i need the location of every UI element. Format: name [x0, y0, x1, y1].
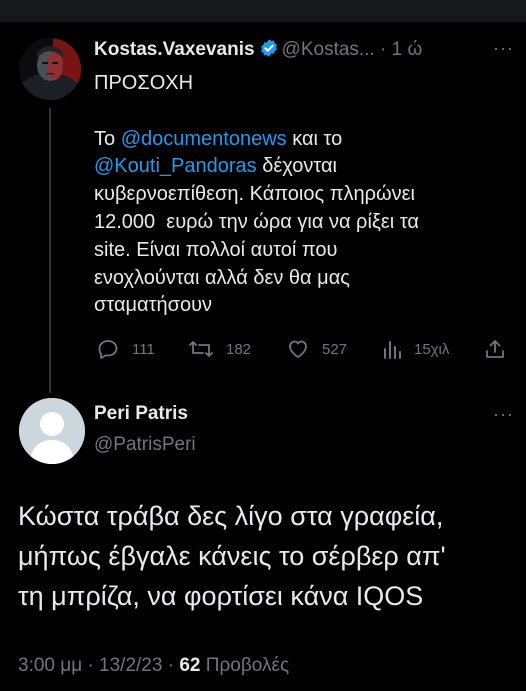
like-count: 527: [322, 340, 348, 358]
reply-more-options-icon[interactable]: ···: [493, 404, 514, 425]
tweet-line: ΠΡΟΣΟΧΗ: [94, 72, 194, 94]
mention-link[interactable]: @Kouti_Pandoras: [94, 155, 257, 177]
views-button[interactable]: 15χιλ: [382, 334, 449, 364]
tweet-line: @Kouti_Pandoras δέχονται: [94, 153, 514, 181]
default-avatar-icon: [19, 398, 85, 464]
tweet-header: Kostas.Vaxevanis @Kostas... · 1 ώ ···: [94, 38, 514, 64]
tweet-line: Το @documentonews και το: [94, 126, 514, 154]
text-fragment: δέχονται: [256, 155, 337, 178]
reply-views-label: Προβολές: [205, 655, 290, 676]
retweet-button[interactable]: 182: [188, 334, 251, 364]
text-fragment: Το: [94, 127, 121, 150]
heart-icon: [289, 340, 307, 358]
author-handle[interactable]: @Kostas...: [282, 39, 375, 60]
separator: ·: [380, 39, 387, 60]
reply-icon: [98, 340, 118, 359]
share-button[interactable]: [483, 334, 507, 364]
top-bar: [0, 0, 526, 22]
share-icon: [486, 340, 504, 358]
more-options-icon[interactable]: ···: [493, 38, 514, 59]
reply-date[interactable]: 13/2/23: [99, 655, 162, 676]
views-chart-icon: [384, 341, 401, 359]
reply-line: μήπως έβγαλε κάνεις το σέρβερ απ': [18, 541, 446, 571]
reply-views-count: 62: [179, 655, 201, 676]
tweet-line: ενοχλούνται αλλά δεν θα μας: [94, 266, 350, 289]
tweet-text: ΠΡΟΣΟΧΗ Το @documentonews και το @Kouti_…: [94, 70, 514, 320]
verified-badge-icon: [259, 38, 279, 64]
reply-time[interactable]: 3:00 μμ: [18, 655, 82, 676]
view-count: 15χιλ: [414, 340, 450, 358]
reply-metadata: 3:00 μμ · 13/2/23 · 62 Προβολές: [18, 655, 289, 677]
tweet-actions: 111 182 527 15χιλ: [94, 334, 514, 364]
reply-line: Κώστα τράβα δες λίγο στα γραφεία,: [18, 501, 444, 531]
author-name[interactable]: Kostas.Vaxevanis: [94, 39, 255, 60]
tweet[interactable]: Kostas.Vaxevanis @Kostas... · 1 ώ ··· ΠΡΟ…: [0, 22, 526, 393]
reply-count: 111: [132, 340, 155, 358]
reply-author-handle[interactable]: @PatrisPeri: [94, 434, 196, 456]
reply-button[interactable]: 111: [96, 334, 155, 364]
separator: ·: [87, 655, 94, 676]
reply-avatar[interactable]: [19, 398, 85, 464]
author-portrait-image: [19, 38, 81, 100]
tweet-line: κυβερνοεπίθεση. Κάποιος πληρώνει: [94, 183, 415, 206]
mention-link[interactable]: @documentonews: [121, 128, 287, 150]
separator: ·: [167, 655, 175, 676]
tweet-line: σταματήσουν: [94, 294, 213, 317]
retweet-icon: [189, 341, 213, 357]
reply-line: τη μπρίζα, να φορτίσει κάνα IQOS: [18, 581, 424, 611]
text-fragment: και το: [286, 127, 343, 150]
tweet-line: site. Είναι πολλοί αυτοί που: [94, 238, 338, 261]
avatar[interactable]: [19, 38, 81, 100]
thread-line: [49, 108, 51, 393]
retweet-count: 182: [226, 340, 252, 358]
reply-author-name[interactable]: Peri Patris: [94, 403, 188, 425]
tweet-time[interactable]: 1 ώ: [392, 39, 423, 60]
tweet-line: 12.000 ευρώ την ώρα για να ρίξει τα: [94, 210, 419, 233]
like-button[interactable]: 527: [286, 334, 347, 364]
reply-text: Κώστα τράβα δες λίγο στα γραφεία, μήπως …: [18, 496, 524, 616]
